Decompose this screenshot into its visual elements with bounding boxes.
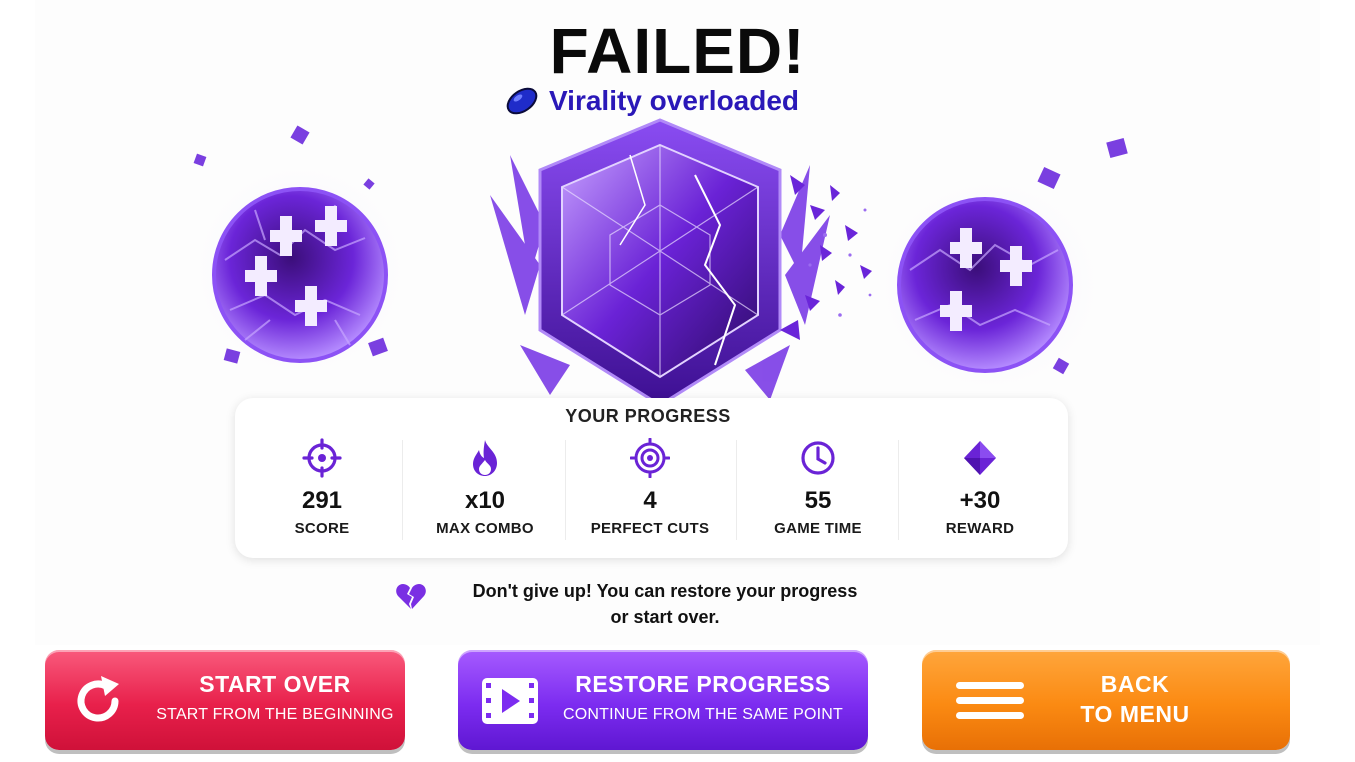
perfect-cuts-value: 4: [643, 487, 657, 514]
subtitle-row: Virality overloaded: [505, 84, 799, 118]
encouragement-message: Don't give up! You can restore your prog…: [395, 578, 895, 630]
encouragement-text: Don't give up! You can restore your prog…: [445, 578, 885, 630]
reward-value: +30: [959, 487, 1001, 514]
stat-game-time: 55 GAME TIME: [758, 438, 878, 537]
game-time-label: GAME TIME: [774, 520, 862, 537]
restore-progress-subtitle: CONTINUE FROM THE SAME POINT: [563, 706, 843, 723]
restore-progress-title: RESTORE PROGRESS: [575, 671, 831, 697]
stat-divider: [898, 440, 899, 540]
progress-title: YOUR PROGRESS: [565, 406, 731, 426]
max-combo-value: x10: [464, 487, 506, 514]
restart-icon: [77, 676, 119, 722]
max-combo-label: MAX COMBO: [436, 520, 534, 537]
encouragement-line-2: or start over.: [610, 607, 720, 627]
failure-reason-text: Virality overloaded: [549, 85, 800, 116]
hamburger-menu-icon: [956, 682, 1024, 719]
start-over-title: START OVER: [199, 671, 351, 697]
stat-perfect-cuts: 4 PERFECT CUTS: [580, 438, 720, 537]
stat-divider: [736, 440, 737, 540]
target-icon: [630, 438, 670, 478]
stat-divider: [402, 440, 403, 540]
left-crystal-ball-image: [190, 125, 410, 380]
back-to-menu-line-2: TO MENU: [1080, 701, 1190, 727]
game-time-value: 55: [804, 487, 832, 514]
restore-progress-button[interactable]: RESTORE PROGRESS CONTINUE FROM THE SAME …: [458, 650, 868, 750]
reward-label: REWARD: [945, 520, 1015, 537]
failed-title: FAILED!: [549, 15, 806, 87]
stat-reward: +30 REWARD: [920, 438, 1040, 537]
score-label: SCORE: [294, 520, 350, 537]
clock-icon: [801, 441, 835, 475]
stat-score: 291 SCORE: [262, 438, 382, 537]
stat-divider: [565, 440, 566, 540]
back-to-menu-line-1: BACK: [1100, 671, 1170, 697]
broken-heart-icon: [396, 584, 426, 609]
flame-icon: [473, 440, 497, 476]
stat-max-combo: x10 MAX COMBO: [420, 438, 550, 537]
perfect-cuts-label: PERFECT CUTS: [590, 520, 710, 537]
blue-gem-icon: [506, 87, 538, 115]
back-to-menu-button[interactable]: BACK TO MENU: [922, 650, 1290, 750]
video-play-icon: [482, 678, 538, 724]
game-over-screen: FAILED! Virality overloaded YOUR PROGRES…: [0, 0, 1355, 762]
shattered-gem-emblem-image: [490, 118, 872, 407]
start-over-subtitle: START FROM THE BEGINNING: [156, 706, 394, 723]
start-over-button[interactable]: START OVER START FROM THE BEGINNING: [45, 650, 405, 750]
right-crystal-ball-image: [880, 137, 1128, 390]
diamond-icon: [964, 441, 996, 475]
crosshair-icon: [302, 438, 342, 478]
encouragement-line-1: Don't give up! You can restore your prog…: [472, 581, 858, 601]
score-value: 291: [301, 487, 343, 514]
